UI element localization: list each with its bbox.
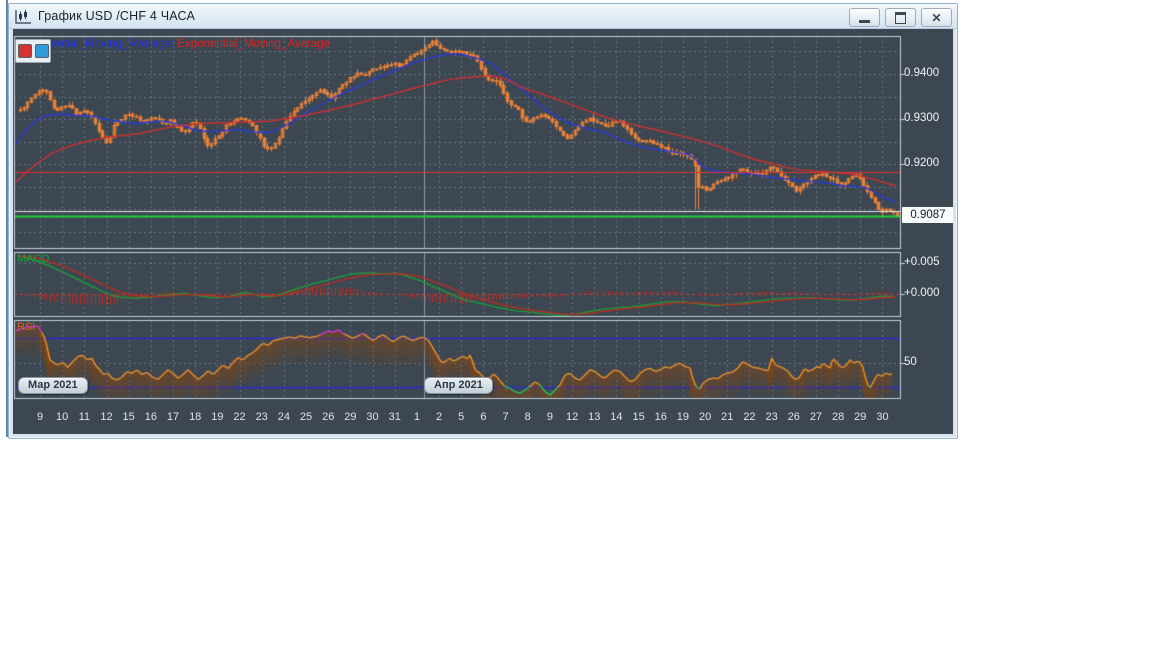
time-axis-label: 30 [876,411,889,423]
window-controls: ✕ [849,8,952,27]
time-axis-label: 7 [502,411,509,423]
chart-icon [15,9,31,24]
time-axis-label: 19 [676,411,690,423]
red-indicator-button[interactable] [17,44,32,58]
desktop: График USD /CHF 4 ЧАСА ✕ ential_Moving_A… [0,0,1152,648]
time-axis-label: 8 [524,411,531,423]
time-axis-label: 31 [388,411,401,423]
price-axis-label: 0.9200 [904,157,940,169]
time-axis-label: 21 [721,411,734,423]
time-axis-label: 14 [610,411,623,423]
restore-button[interactable] [885,8,916,27]
macd-axis-label: +0.005 [904,256,940,268]
time-axis-label: 16 [654,411,667,423]
ma-legend: ential_Moving_Average: Exponential_Movin… [51,38,330,50]
time-axis-label: 29 [344,411,357,423]
time-axis-label: 15 [632,411,645,423]
time-axis-label: 12 [565,411,579,423]
period-label-box: Апр 2021 [424,377,493,394]
window-title: График USD /CHF 4 ЧАСА [38,9,195,23]
time-axis-label: 17 [166,411,180,423]
time-axis-label: 16 [144,411,157,423]
minimize-button[interactable] [849,8,880,27]
price-axis-label: 0.9400 [904,67,940,79]
time-axis-label: 24 [277,411,290,423]
time-axis-label: 28 [831,411,845,423]
time-axis-label: 22 [233,411,246,423]
time-axis-label: 10 [56,411,69,423]
ema-legend-label: Exponential_Moving_Average [177,38,330,50]
time-axis-label: 2 [435,411,443,423]
time-axis-label: 6 [480,411,487,423]
time-axis-label: 22 [743,411,756,423]
sma-legend-label: ential_Moving_Average: [51,38,175,50]
period-label-box: Мар 2021 [18,377,88,394]
indicator-button-box [15,39,51,63]
close-icon: ✕ [931,10,942,25]
time-axis-label: 19 [211,411,224,423]
close-button[interactable]: ✕ [921,8,952,27]
time-axis-label: 23 [255,411,268,423]
chart-client-area: ential_Moving_Average: Exponential_Movin… [13,29,953,434]
time-axis-label: 25 [299,411,313,423]
time-axis-label: 11 [78,411,91,423]
chart-window[interactable]: График USD /CHF 4 ЧАСА ✕ ential_Moving_A… [8,3,958,439]
rsi-axis-label: 50 [904,355,917,368]
current-price-box: 0.9087 [902,206,953,223]
chart-canvas[interactable] [13,29,951,432]
time-axis-label: 29 [854,411,867,423]
price-axis-label: 0.9300 [904,112,940,124]
time-axis-label: 23 [765,411,778,423]
time-axis-label: 5 [458,411,465,423]
rsi-panel-label: RSI [17,321,36,333]
macd-panel-label: MACD [17,253,50,265]
restore-icon [895,11,906,24]
macd-axis-label: +0.000 [904,287,940,299]
time-axis-label: 13 [588,411,601,423]
minimize-icon [859,19,870,23]
time-axis-label: 26 [322,411,335,423]
blue-indicator-button[interactable] [34,44,49,58]
time-axis-label: 9 [546,411,553,423]
time-axis-label: 18 [189,411,202,423]
window-titlebar[interactable]: График USD /CHF 4 ЧАСА ✕ [9,4,957,29]
time-axis-label: 12 [100,411,113,423]
time-axis-label: 27 [809,411,823,423]
time-axis-label: 9 [36,411,44,423]
time-axis-label: 26 [787,411,800,423]
time-axis-label: 30 [366,411,379,423]
time-axis-label: 20 [698,411,712,423]
time-axis-label: 1 [413,411,420,423]
time-axis-label: 15 [122,411,135,423]
